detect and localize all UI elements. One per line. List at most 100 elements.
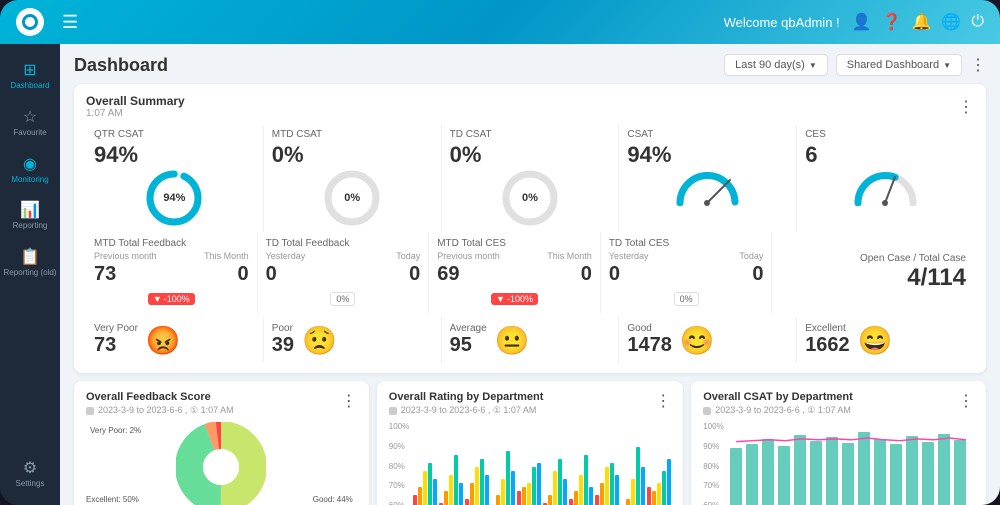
sidebar-label-reporting-old: Reporting (old): [4, 269, 57, 278]
chart-csat-meta: 2023-3-9 to 2023-6-6 , ① 1:07 AM: [703, 405, 853, 416]
language-icon[interactable]: 🌐: [941, 12, 961, 32]
metric-td-csat-value: 0%: [450, 142, 611, 168]
power-icon[interactable]: ⏻: [971, 13, 984, 31]
sidebar-item-reporting-old[interactable]: 📋 Reporting (old): [0, 241, 60, 284]
sentiment-good-value: 1478: [627, 334, 672, 357]
app-logo: [16, 8, 44, 36]
metric-mtd-csat: MTD CSAT 0% 0%: [264, 125, 442, 232]
feedback-mtd-ces-prev-label: Previous month: [437, 251, 500, 261]
metric-qtr-csat-label: QTR CSAT: [94, 129, 255, 140]
chart-csat-title: Overall CSAT by Department: [703, 391, 853, 403]
logo-inner: [22, 14, 38, 30]
metric-qtr-csat-value: 94%: [94, 142, 255, 168]
menu-icon[interactable]: ☰: [62, 12, 78, 33]
metric-mtd-csat-chart: 0%: [272, 168, 433, 228]
metric-csat-value: 94%: [627, 142, 788, 168]
sidebar-label-settings: Settings: [16, 480, 45, 489]
help-icon[interactable]: ❓: [882, 12, 902, 32]
sidebar-item-dashboard[interactable]: ⊞ Dashboard: [0, 54, 60, 97]
feedback-td-ces-label: TD Total CES: [609, 238, 764, 249]
device-frame: ☰ Welcome qbAdmin ! 👤 ❓ 🔔 🌐 ⏻ ⊞ Dashboar…: [0, 0, 1000, 505]
donut-td-label: 0%: [522, 192, 538, 204]
settings-icon: ⚙: [23, 458, 37, 478]
sidebar-label-dashboard: Dashboard: [10, 82, 49, 91]
feedback-mtd-numbers: Previous month This Month: [94, 251, 249, 261]
summary-subtitle: 1:07 AM: [86, 108, 185, 119]
page-title: Dashboard: [74, 55, 724, 76]
sentiment-excellent-label: Excellent: [805, 323, 850, 334]
feedback-td-ces-numbers: Yesterday Today: [609, 251, 764, 261]
sentiment-good: Good 1478 😊: [619, 317, 797, 363]
chart-csat-header: Overall CSAT by Department 2023-3-9 to 2…: [703, 391, 974, 422]
pie-chart-container: Very Poor: 2% Excellent: 50% Good: 44%: [86, 422, 357, 505]
chart-rating-header: Overall Rating by Department 2023-3-9 to…: [389, 391, 671, 422]
welcome-text: Welcome qbAdmin !: [724, 15, 840, 30]
feedback-mtd-prev-value: 73: [94, 263, 116, 286]
date-range-dropdown[interactable]: Last 90 day(s): [724, 54, 828, 76]
sentiment-very-poor-value: 73: [94, 334, 138, 357]
dashboard-type-dropdown[interactable]: Shared Dashboard: [836, 54, 962, 76]
feedback-mtd-label: MTD Total Feedback: [94, 238, 249, 249]
sentiment-excellent-value: 1662: [805, 334, 850, 357]
pie-legend-good: Good: 44%: [313, 495, 353, 504]
more-options-icon[interactable]: ⋮: [970, 55, 986, 75]
sidebar-item-reporting[interactable]: 📊 Reporting: [0, 194, 60, 237]
feedback-mtd-curr-value: 0: [237, 263, 248, 286]
sidebar: ⊞ Dashboard ☆ Favourite ◉ Monitoring 📊 R…: [0, 44, 60, 505]
chart-rating-title: Overall Rating by Department: [389, 391, 544, 403]
feedback-mtd: MTD Total Feedback Previous month This M…: [86, 232, 258, 313]
sentiment-very-poor-emoji: 😡: [146, 324, 181, 357]
metric-td-csat: TD CSAT 0% 0%: [442, 125, 620, 232]
content-header: Dashboard Last 90 day(s) Shared Dashboar…: [74, 54, 986, 76]
reporting-old-icon: 📋: [20, 247, 40, 267]
summary-title-group: Overall Summary 1:07 AM: [86, 94, 185, 119]
open-case-label: Open Case / Total Case: [860, 253, 966, 264]
sentiment-good-emoji: 😊: [680, 324, 715, 357]
feedback-td-badge-wrapper: 0%: [266, 289, 421, 307]
main-layout: ⊞ Dashboard ☆ Favourite ◉ Monitoring 📊 R…: [0, 44, 1000, 505]
user-icon[interactable]: 👤: [852, 12, 872, 32]
sidebar-item-favourite[interactable]: ☆ Favourite: [0, 101, 60, 144]
metric-mtd-csat-value: 0%: [272, 142, 433, 168]
donut-qtr: 94%: [144, 168, 204, 228]
chart-rating-dept: Overall Rating by Department 2023-3-9 to…: [377, 381, 683, 505]
summary-more-icon[interactable]: ⋮: [958, 97, 974, 117]
feedback-mtd-curr-label: This Month: [204, 251, 249, 261]
feedback-mtd-ces-curr-value: 0: [581, 263, 592, 286]
notification-icon[interactable]: 🔔: [912, 12, 932, 32]
metric-qtr-csat-chart: 94%: [94, 168, 255, 228]
sentiment-poor-value: 39: [272, 334, 294, 357]
sentiment-poor-label: Poor: [272, 323, 294, 334]
chart-csat-more[interactable]: ⋮: [958, 391, 974, 422]
feedback-mtd-prev-label: Previous month: [94, 251, 157, 261]
sidebar-item-settings[interactable]: ⚙ Settings: [0, 452, 60, 495]
donut-qtr-label: 94%: [163, 192, 185, 204]
feedback-mtd-badge-wrapper: ▼ -100%: [94, 289, 249, 307]
sentiment-average-value: 95: [450, 334, 487, 357]
donut-td: 0%: [500, 168, 560, 228]
topbar-left: ☰: [16, 8, 78, 36]
sidebar-item-monitoring[interactable]: ◉ Monitoring: [0, 148, 60, 191]
main-content: Dashboard Last 90 day(s) Shared Dashboar…: [60, 44, 1000, 505]
metric-ces-label: CES: [805, 129, 966, 140]
sentiment-row: Very Poor 73 😡 Poor 39 😟: [86, 317, 974, 363]
sentiment-poor-text: Poor 39: [272, 323, 294, 357]
feedback-td-curr-label: Today: [396, 251, 420, 261]
feedback-td-prev-value: 0: [266, 263, 277, 286]
feedback-td-numbers: Yesterday Today: [266, 251, 421, 261]
sentiment-average-emoji: 😐: [495, 324, 530, 357]
sentiment-average-text: Average 95: [450, 323, 487, 357]
chart-feedback-more[interactable]: ⋮: [341, 391, 357, 422]
summary-metrics-row: QTR CSAT 94% 94%: [86, 125, 974, 232]
donut-mtd-label: 0%: [344, 192, 360, 204]
dashboard-icon: ⊞: [23, 60, 36, 80]
metric-csat-chart: [627, 168, 788, 206]
sidebar-label-reporting: Reporting: [13, 222, 48, 231]
feedback-td-values: 0 0: [266, 263, 421, 286]
open-case-section: Open Case / Total Case 4/114: [772, 232, 974, 313]
feedback-numbers-row: MTD Total Feedback Previous month This M…: [86, 232, 974, 313]
metric-csat: CSAT 94%: [619, 125, 797, 232]
chart-rating-more[interactable]: ⋮: [655, 391, 671, 422]
sidebar-label-monitoring: Monitoring: [11, 176, 48, 185]
metric-td-csat-label: TD CSAT: [450, 129, 611, 140]
